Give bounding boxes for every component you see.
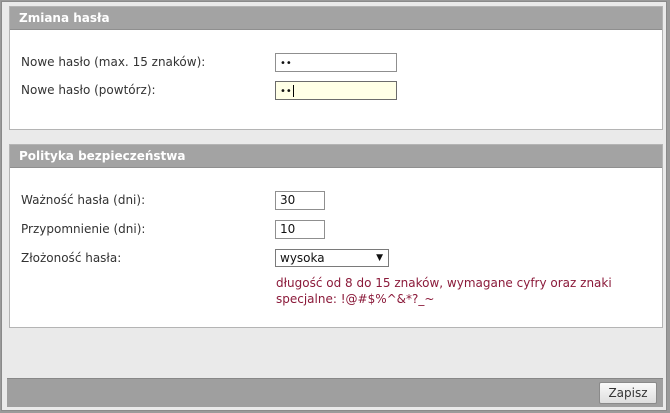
validity-input[interactable]: 30 bbox=[275, 191, 325, 210]
reminder-label: Przypomnienie (dni): bbox=[21, 222, 146, 236]
reminder-input[interactable]: 10 bbox=[275, 220, 325, 239]
password-change-section: Zmiana hasła Nowe hasło (max. 15 znaków)… bbox=[9, 6, 663, 130]
complexity-selected-value: wysoka bbox=[280, 251, 325, 265]
new-password-label: Nowe hasło (max. 15 znaków): bbox=[21, 55, 206, 69]
triangle-down-icon: ▼ bbox=[376, 253, 383, 263]
dialog-footer: Zapisz bbox=[7, 378, 663, 407]
validity-label: Ważność hasła (dni): bbox=[21, 193, 146, 207]
new-password-row: Nowe hasło (max. 15 znaków): bbox=[21, 52, 205, 72]
reminder-value: 10 bbox=[280, 222, 296, 236]
complexity-row: Złożoność hasła: bbox=[21, 248, 121, 268]
repeat-password-row: Nowe hasło (powtórz): bbox=[21, 80, 156, 100]
complexity-note: długość od 8 do 15 znaków, wymagane cyfr… bbox=[276, 275, 626, 307]
complexity-label: Złożoność hasła: bbox=[21, 251, 122, 265]
save-button[interactable]: Zapisz bbox=[599, 382, 657, 404]
section-title: Polityka bezpieczeństwa bbox=[10, 145, 662, 168]
new-password-value: •• bbox=[280, 58, 292, 69]
new-password-input[interactable]: •• bbox=[275, 53, 397, 72]
validity-value: 30 bbox=[280, 193, 296, 207]
repeat-password-value: •• bbox=[280, 86, 292, 97]
repeat-password-label: Nowe hasło (powtórz): bbox=[21, 83, 156, 97]
complexity-note-line1: długość od 8 do 15 znaków, wymagane cyfr… bbox=[276, 276, 612, 290]
security-policy-section: Polityka bezpieczeństwa Ważność hasła (d… bbox=[9, 144, 663, 328]
validity-row: Ważność hasła (dni): bbox=[21, 190, 145, 210]
text-caret bbox=[292, 84, 294, 97]
complexity-select[interactable]: wysoka ▼ bbox=[275, 249, 389, 267]
reminder-row: Przypomnienie (dni): bbox=[21, 219, 145, 239]
dialog-frame: Zmiana hasła Nowe hasło (max. 15 znaków)… bbox=[1, 1, 667, 411]
complexity-note-line2: specjalne: !@#$%^&*?_~ bbox=[276, 292, 435, 306]
section-title: Zmiana hasła bbox=[10, 7, 662, 30]
repeat-password-input[interactable]: •• bbox=[275, 81, 397, 100]
